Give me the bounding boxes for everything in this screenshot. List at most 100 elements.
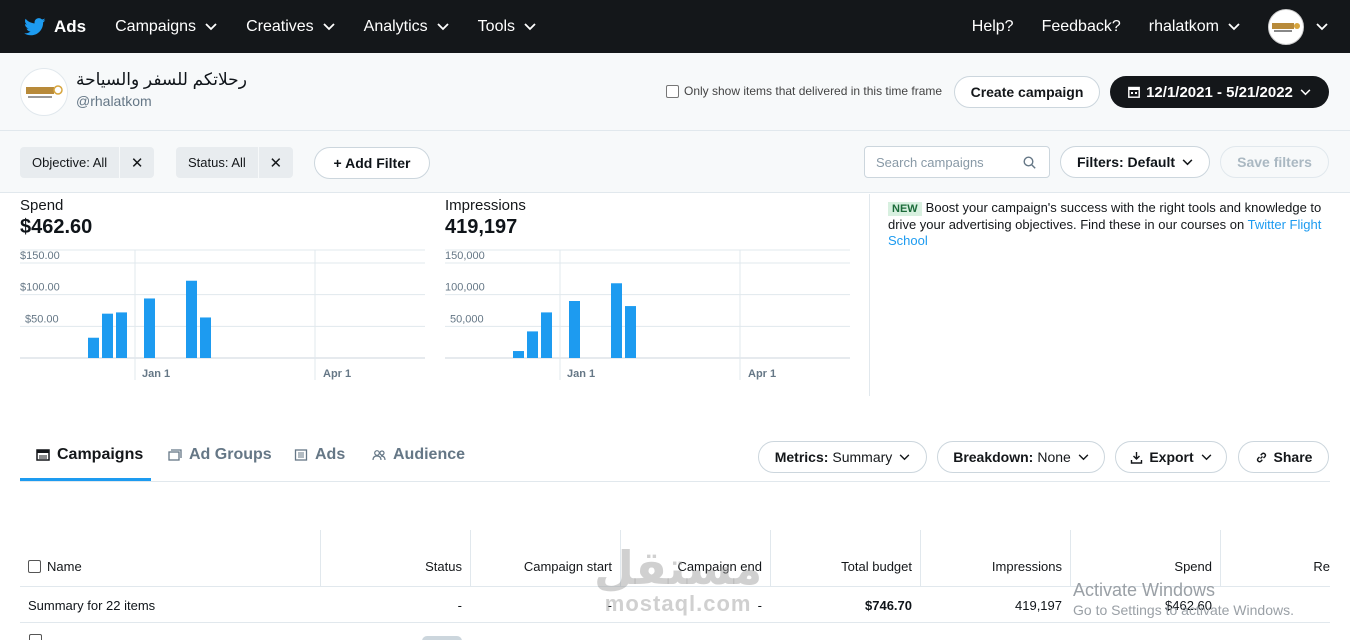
feedback-label: Feedback? [1041,17,1121,35]
summary-total-budget: $746.70 [865,597,912,613]
breakdown-dropdown-value: None [1037,449,1071,465]
column-header-spend[interactable]: Spend [1070,530,1220,587]
brand[interactable]: Ads [24,17,86,37]
nav-analytics-label: Analytics [363,17,428,35]
account-logo-icon [26,85,63,98]
date-range-button[interactable]: 12/1/2021 - 5/21/2022 [1110,76,1329,108]
filters-default-button[interactable]: Filters: Default [1060,146,1210,178]
brand-label: Ads [54,16,87,36]
help-label: Help? [971,17,1014,35]
impressions-label: Impressions [445,197,526,214]
impressions-value: 419,197 [445,216,518,238]
bar[interactable] [569,301,580,358]
objective-filter-chip[interactable]: Objective: All ✕ [20,147,155,178]
search-campaigns[interactable] [864,146,1050,178]
bar[interactable] [625,306,636,358]
new-badge: NEW [888,202,922,216]
top-nav: Ads Campaigns Creatives Analytics Tools … [0,0,1350,53]
bar[interactable] [513,351,524,358]
bar[interactable] [200,317,211,358]
nav-tools[interactable]: Tools [478,18,536,36]
tab-ad-groups[interactable]: Ad Groups [168,446,272,464]
close-icon[interactable]: ✕ [259,147,293,178]
download-icon [1131,451,1143,464]
column-header-status[interactable]: Status [320,530,470,587]
account-header: رحلاتكم للسفر والسياحة @rhalatkom Only s… [0,53,1350,131]
column-header-total-budget-label: Total budget [841,559,912,574]
activate-windows-watermark: Activate Windows Go to Settings to activ… [1073,580,1294,618]
user-menu[interactable]: rhalatkom [1149,18,1240,36]
status-filter-label: Status: All [176,147,259,178]
bar[interactable] [88,337,99,358]
bar[interactable] [611,283,622,358]
campaigns-icon [36,449,50,461]
tab-audience-label: Audience [393,446,466,463]
x-tick-label: Jan 1 [567,368,595,380]
y-tick-label: 50,000 [450,313,484,325]
bar[interactable] [186,280,197,358]
table-row[interactable] [20,624,1330,640]
nav-creatives[interactable]: Creatives [246,18,335,36]
y-tick-label: $50.00 [25,313,59,325]
help-link[interactable]: Help? [972,18,1014,36]
status-toggle[interactable] [422,636,462,640]
nav-analytics[interactable]: Analytics [364,18,449,36]
x-tick-label: Jan 1 [142,368,170,380]
bar[interactable] [102,313,113,358]
filters-default-label: Filters: Default [1076,154,1175,170]
bar[interactable] [527,331,538,358]
nav-right: Help? Feedback? rhalatkom [972,0,1350,53]
chevron-down-icon [205,22,217,30]
metrics-dropdown-label: Metrics: [774,449,829,465]
bar[interactable] [541,312,552,358]
bar[interactable] [116,312,127,358]
select-all-checkbox[interactable] [28,560,41,573]
tabs-divider [20,481,1330,482]
feedback-link[interactable]: Feedback? [1042,18,1121,36]
create-campaign-button[interactable]: Create campaign [954,76,1100,108]
metrics-dropdown[interactable]: Metrics: Summary [758,441,927,473]
tab-campaigns[interactable]: Campaigns [36,446,143,464]
breakdown-dropdown[interactable]: Breakdown: None [937,441,1105,473]
nav-campaigns[interactable]: Campaigns [115,18,217,36]
nav-tools-label: Tools [477,17,516,35]
y-tick-label: 100,000 [445,282,485,294]
status-filter-chip[interactable]: Status: All ✕ [176,147,293,178]
tab-ads-label: Ads [315,446,346,463]
only-delivered-toggle[interactable]: Only show items that delivered in this t… [666,84,942,98]
activate-windows-title: Activate Windows [1073,580,1216,600]
chevron-down-icon [1228,22,1240,30]
ads-icon [294,449,308,461]
impressions-chart: 50,000 100,000 150,000 Jan 1 Apr 1 [445,249,850,380]
metrics-dropdown-value: Summary [832,449,893,465]
tab-campaigns-label: Campaigns [57,446,144,463]
avatar[interactable] [1268,8,1304,45]
chevron-down-icon [1078,453,1089,460]
close-icon[interactable]: ✕ [120,147,154,178]
bar[interactable] [144,298,155,358]
objective-filter-label: Objective: All [20,147,121,178]
summary-status: - [457,597,462,613]
add-filter-button[interactable]: + Add Filter [314,147,430,179]
spend-label: Spend [20,197,64,214]
chevron-down-icon [1201,453,1212,460]
column-header-total-budget[interactable]: Total budget [770,530,920,587]
chevron-down-icon [524,22,536,30]
chevron-down-icon[interactable] [1316,22,1328,31]
account-avatar [20,68,68,116]
tab-audience[interactable]: Audience [372,446,465,464]
row-checkbox[interactable] [29,634,42,640]
column-header-impressions[interactable]: Impressions [920,530,1070,587]
column-header-results[interactable]: Re [1220,530,1330,587]
export-button[interactable]: Export [1115,441,1227,473]
save-filters-button[interactable]: Save filters [1220,146,1329,178]
column-header-name[interactable]: Name [20,530,320,587]
column-header-status-label: Status [425,559,462,574]
only-delivered-label: Only show items that delivered in this t… [684,84,943,98]
activate-windows-subtitle: Go to Settings to activate Windows. [1073,602,1294,618]
share-button[interactable]: Share [1238,441,1329,473]
only-delivered-checkbox[interactable] [666,84,679,98]
search-input[interactable] [876,154,1016,170]
tab-ads[interactable]: Ads [294,446,345,464]
breakdown-dropdown-label: Breakdown: [953,449,1034,465]
